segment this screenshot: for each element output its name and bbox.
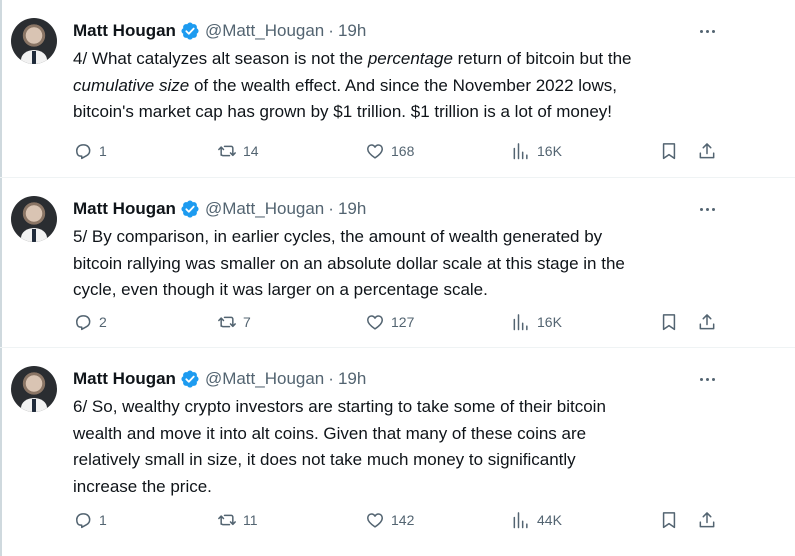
- tweet-text-line-4: increase the price.: [73, 476, 212, 496]
- tweet-actions: 2 7 127 16K: [73, 310, 723, 334]
- bookmark-button[interactable]: [659, 508, 679, 532]
- bookmark-icon: [662, 143, 676, 160]
- tweet[interactable]: Matt Hougan @Matt_Hougan · 19h 4/ What c…: [0, 0, 795, 178]
- tweet-text-line-3: relatively small in size, it does not ta…: [73, 450, 576, 469]
- views-count: 16K: [537, 314, 562, 330]
- separator-dot: ·: [328, 21, 334, 40]
- timestamp[interactable]: 19h: [338, 199, 366, 219]
- tweet-header: Matt Hougan @Matt_Hougan · 19h: [73, 368, 366, 390]
- author-name[interactable]: Matt Hougan: [73, 199, 176, 219]
- timestamp[interactable]: 19h: [338, 369, 366, 389]
- retweet-icon: [218, 145, 236, 157]
- tweet-text-line-2: cumulative size of the wealth effect. An…: [73, 75, 617, 95]
- like-count: 142: [391, 512, 415, 528]
- author-name[interactable]: Matt Hougan: [73, 369, 176, 389]
- retweet-count: 7: [243, 314, 251, 330]
- reply-button[interactable]: 2: [73, 310, 107, 334]
- avatar[interactable]: [11, 196, 57, 242]
- retweet-icon: [218, 514, 236, 526]
- reply-icon: [76, 144, 91, 160]
- reply-count: 1: [99, 512, 107, 528]
- verified-badge-icon: [181, 200, 199, 218]
- author-handle[interactable]: @Matt_Hougan: [205, 199, 324, 219]
- reply-count: 2: [99, 314, 107, 330]
- retweet-icon: [218, 316, 236, 328]
- like-count: 168: [391, 143, 415, 159]
- heart-icon: [367, 315, 383, 330]
- retweet-button[interactable]: 11: [217, 508, 258, 532]
- retweet-count: 11: [243, 512, 258, 528]
- tweet-text: 4/ What catalyzes alt season is not the …: [73, 46, 733, 126]
- views-button[interactable]: 44K: [511, 508, 562, 532]
- verified-badge-icon: [181, 22, 199, 40]
- tweet-actions: 1 14 168 16K: [73, 139, 723, 163]
- tweet-header: Matt Hougan @Matt_Hougan · 19h: [73, 198, 366, 220]
- heart-icon: [367, 513, 383, 528]
- share-icon: [699, 512, 715, 528]
- separator-dot: ·: [328, 369, 334, 388]
- retweet-count: 14: [243, 143, 259, 159]
- views-count: 16K: [537, 143, 562, 159]
- separator-dot: ·: [328, 199, 334, 218]
- verified-badge-icon: [181, 370, 199, 388]
- retweet-button[interactable]: 14: [217, 139, 259, 163]
- share-button[interactable]: [697, 139, 717, 163]
- tweet-text-line-1: 5/ By comparison, in earlier cycles, the…: [73, 227, 603, 246]
- bookmark-button[interactable]: [659, 310, 679, 334]
- more-options-icon[interactable]: [696, 370, 718, 388]
- share-icon: [699, 143, 715, 159]
- tweet-text-line-1: 4/ What catalyzes alt season is not the …: [73, 49, 632, 68]
- reply-button[interactable]: 1: [73, 508, 107, 532]
- like-count: 127: [391, 314, 415, 330]
- tweet-text-line-2: bitcoin rallying was smaller on an absol…: [73, 253, 625, 273]
- like-button[interactable]: 168: [365, 139, 414, 163]
- views-count: 44K: [537, 512, 562, 528]
- avatar[interactable]: [11, 366, 57, 412]
- like-button[interactable]: 127: [365, 310, 414, 334]
- views-chart-icon: [513, 512, 528, 529]
- tweet-text-line-2: wealth and move it into alt coins. Given…: [73, 423, 587, 443]
- tweet-text: 5/ By comparison, in earlier cycles, the…: [73, 224, 733, 304]
- views-button[interactable]: 16K: [511, 310, 562, 334]
- like-button[interactable]: 142: [365, 508, 414, 532]
- views-chart-icon: [513, 143, 528, 160]
- bookmark-icon: [662, 314, 676, 331]
- tweet-header: Matt Hougan @Matt_Hougan · 19h: [73, 20, 366, 42]
- more-options-icon[interactable]: [696, 22, 718, 40]
- author-handle[interactable]: @Matt_Hougan: [205, 369, 324, 389]
- tweet-text-line-3: cycle, even though it was larger on a pe…: [73, 280, 488, 299]
- reply-count: 1: [99, 143, 107, 159]
- author-handle[interactable]: @Matt_Hougan: [205, 21, 324, 41]
- more-options-icon[interactable]: [696, 200, 718, 218]
- reply-icon: [76, 315, 91, 331]
- tweet[interactable]: Matt Hougan @Matt_Hougan · 19h 5/ By com…: [0, 178, 795, 348]
- retweet-button[interactable]: 7: [217, 310, 251, 334]
- tweet-text-line-3: bitcoin's market cap has grown by $1 tri…: [73, 102, 612, 121]
- share-icon: [699, 314, 715, 330]
- timestamp[interactable]: 19h: [338, 21, 366, 41]
- author-name[interactable]: Matt Hougan: [73, 21, 176, 41]
- bookmark-icon: [662, 512, 676, 529]
- views-button[interactable]: 16K: [511, 139, 562, 163]
- share-button[interactable]: [697, 310, 717, 334]
- tweet-text-line-1: 6/ So, wealthy crypto investors are star…: [73, 397, 606, 416]
- reply-button[interactable]: 1: [73, 139, 107, 163]
- views-chart-icon: [513, 314, 528, 331]
- tweet-actions: 1 11 142 44K: [73, 508, 723, 532]
- bookmark-button[interactable]: [659, 139, 679, 163]
- tweet-text: 6/ So, wealthy crypto investors are star…: [73, 394, 733, 500]
- tweet-thread: Matt Hougan @Matt_Hougan · 19h 4/ What c…: [0, 0, 795, 556]
- share-button[interactable]: [697, 508, 717, 532]
- tweet[interactable]: Matt Hougan @Matt_Hougan · 19h 6/ So, we…: [0, 348, 795, 556]
- reply-icon: [76, 513, 91, 529]
- emphasis: cumulative size: [73, 75, 190, 95]
- heart-icon: [367, 144, 383, 159]
- emphasis: percentage: [367, 49, 453, 68]
- avatar[interactable]: [11, 18, 57, 64]
